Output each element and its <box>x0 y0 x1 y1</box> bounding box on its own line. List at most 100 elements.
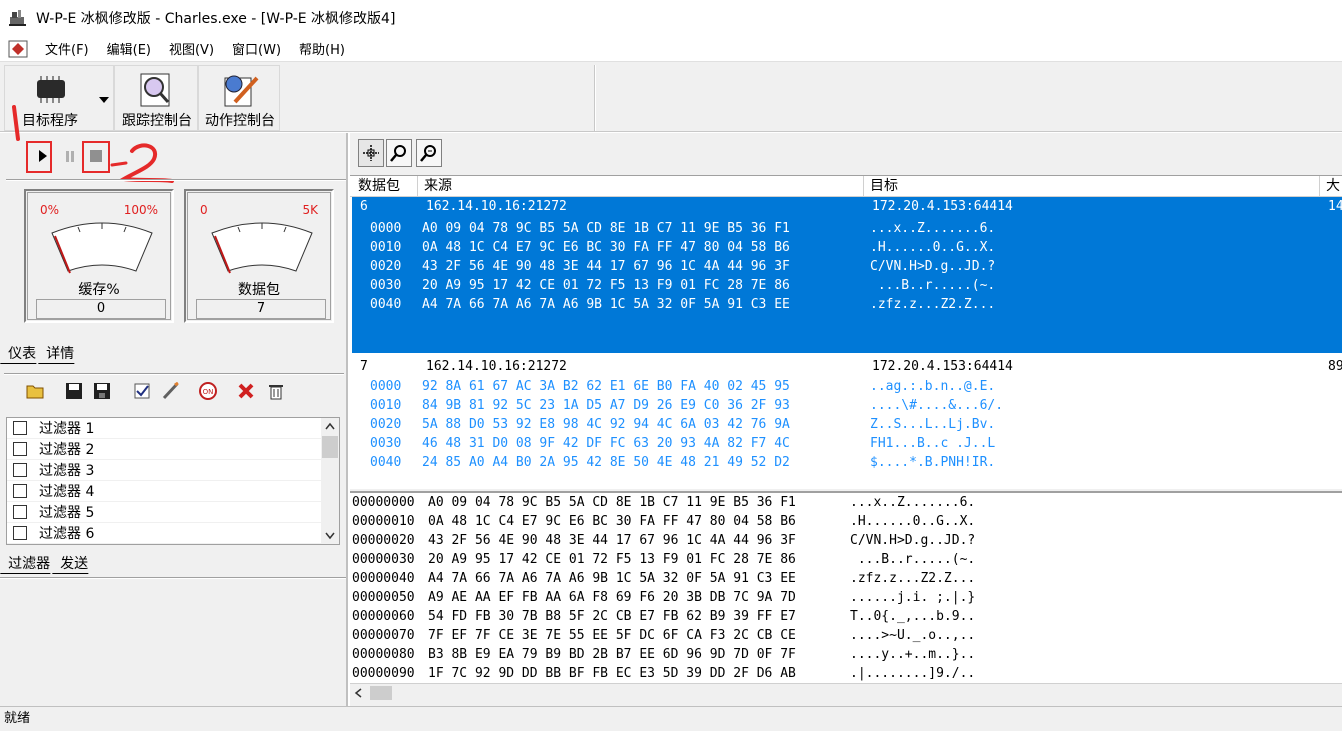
filter-list-scrollbar[interactable] <box>321 418 339 544</box>
search-next-button[interactable] <box>416 139 442 167</box>
tab-meters[interactable]: 仪表 <box>0 343 44 364</box>
folder-open-icon <box>26 385 44 399</box>
filter-on-button[interactable]: ON <box>196 379 220 403</box>
toolbar-divider <box>594 65 596 131</box>
menu-edit[interactable]: 编辑(E) <box>98 39 160 58</box>
scroll-down-icon[interactable] <box>325 532 335 540</box>
scroll-thumb[interactable] <box>322 436 338 458</box>
menu-bar: 文件(F) 编辑(E) 视图(V) 窗口(W) 帮助(H) <box>0 36 1342 62</box>
filter-separator <box>4 373 344 375</box>
trace-console-label: 跟踪控制台 <box>122 113 192 129</box>
title-bar: W-P-E 冰枫修改版 - Charles.exe - [W-P-E 冰枫修改版… <box>0 0 1342 36</box>
buffer-gauge-min: 0% <box>40 203 60 217</box>
menu-view[interactable]: 视图(V) <box>160 39 223 58</box>
trash-filter-button[interactable] <box>264 379 288 403</box>
packet-gauge-dial <box>211 222 313 274</box>
check-filter-button[interactable] <box>130 379 154 403</box>
packet-gauge-min: 0 <box>200 203 208 217</box>
column-target[interactable]: 目标 <box>864 176 1320 196</box>
tab-filters[interactable]: 过滤器 <box>0 553 58 574</box>
app-icon <box>8 9 28 27</box>
filter-row[interactable]: 过滤器 5 <box>7 502 339 523</box>
scroll-left-icon[interactable] <box>354 688 362 698</box>
packet-id: 7 <box>360 359 368 374</box>
packet-gauge-max: 5K <box>302 203 318 217</box>
trace-console-group: 跟踪控制台 <box>114 65 198 131</box>
packet-id: 6 <box>360 199 368 214</box>
filter-row[interactable]: 过滤器 2 <box>7 439 339 460</box>
action-console-group: 动作控制台 <box>198 65 280 131</box>
filter-label: 过滤器 2 <box>39 442 95 458</box>
packet-source: 162.14.10.16:21272 <box>426 359 567 374</box>
filter-list: 过滤器 1 过滤器 2 过滤器 3 过滤器 4 过滤器 5 过滤器 6 <box>6 417 340 545</box>
buffer-gauge: 0% 100% 缓存% 0 <box>24 189 174 323</box>
pause-icon <box>66 151 74 162</box>
target-dropdown-arrow[interactable] <box>97 94 111 104</box>
top-tab-strip: 仪表 详情 <box>0 343 83 364</box>
filter-label: 过滤器 4 <box>39 484 95 500</box>
open-filter-button[interactable] <box>24 379 48 403</box>
pause-capture-button[interactable] <box>58 143 82 169</box>
column-size[interactable]: 大 <box>1320 176 1342 196</box>
filter-checkbox[interactable] <box>13 421 27 435</box>
save-all-filter-button[interactable] <box>90 379 114 403</box>
column-source[interactable]: 来源 <box>418 176 864 196</box>
edit-filter-button[interactable] <box>158 379 182 403</box>
delete-filter-button[interactable] <box>234 379 258 403</box>
menu-help[interactable]: 帮助(H) <box>290 39 354 58</box>
hscroll-thumb[interactable] <box>370 686 392 700</box>
window-title: W-P-E 冰枫修改版 - Charles.exe - [W-P-E 冰枫修改版… <box>36 11 396 27</box>
filter-row[interactable]: 过滤器 6 <box>7 523 339 544</box>
annotation-box-2 <box>82 141 110 173</box>
mdi-window-icon[interactable] <box>8 40 28 58</box>
crosshair-icon <box>363 145 379 161</box>
save-filter-button[interactable] <box>62 379 86 403</box>
column-packet[interactable]: 数据包 <box>352 176 418 196</box>
packet-row-selected[interactable]: 6 162.14.10.16:21272 172.20.4.153:64414 … <box>352 197 1342 353</box>
scroll-up-icon[interactable] <box>325 422 335 430</box>
action-console-button[interactable]: 动作控制台 <box>199 66 281 132</box>
filter-label: 过滤器 6 <box>39 526 95 542</box>
menu-file[interactable]: 文件(F) <box>36 39 98 58</box>
pencil-icon <box>162 382 179 400</box>
tab-details[interactable]: 详情 <box>38 343 83 364</box>
filter-row[interactable]: 过滤器 4 <box>7 481 339 502</box>
packet-row[interactable]: 7 162.14.10.16:21272 172.20.4.153:64414 … <box>352 357 1342 487</box>
buffer-gauge-label: 缓存% <box>78 282 120 298</box>
filter-label: 过滤器 1 <box>39 421 95 437</box>
right-panel: 数据包 来源 目标 大 6 162.14.10.16:21272 172.20.… <box>350 133 1342 706</box>
status-bar: 就绪 <box>0 706 1342 731</box>
filter-checkbox[interactable] <box>13 442 27 456</box>
filter-bottom-separator <box>0 577 346 579</box>
trash-icon <box>269 385 283 400</box>
buffer-gauge-dial <box>51 222 153 274</box>
chevron-down-icon <box>99 97 109 103</box>
filter-checkbox[interactable] <box>13 484 27 498</box>
packet-table-header: 数据包 来源 目标 大 <box>350 175 1342 197</box>
filter-label: 过滤器 3 <box>39 463 95 479</box>
hex-dump-view[interactable]: 00000000 A0 09 04 78 9C B5 5A CD 8E 1B C7… <box>350 491 1342 683</box>
hexdump-horizontal-scrollbar[interactable] <box>350 683 1342 701</box>
select-tool-button[interactable] <box>358 139 384 167</box>
filter-checkbox[interactable] <box>13 505 27 519</box>
search-button[interactable] <box>386 139 412 167</box>
packet-size: 14 <box>1328 199 1342 214</box>
save-icon <box>66 383 82 399</box>
packet-gauge-label: 数据包 <box>238 282 280 298</box>
packet-source: 162.14.10.16:21272 <box>426 199 567 214</box>
annotation-mark-1 <box>12 105 20 141</box>
search-next-icon <box>420 145 436 162</box>
packet-target: 172.20.4.153:64414 <box>872 199 1013 214</box>
magnifier-document-icon <box>140 73 170 107</box>
filter-checkbox[interactable] <box>13 463 27 477</box>
packet-list: 6 162.14.10.16:21272 172.20.4.153:64414 … <box>350 197 1342 489</box>
filter-row[interactable]: 过滤器 1 <box>7 418 339 439</box>
svg-text:ON: ON <box>203 388 214 396</box>
trace-console-button[interactable]: 跟踪控制台 <box>115 66 199 132</box>
chip-icon <box>37 76 65 103</box>
filter-row[interactable]: 过滤器 3 <box>7 460 339 481</box>
filter-checkbox[interactable] <box>13 526 27 540</box>
menu-window[interactable]: 窗口(W) <box>223 39 290 58</box>
red-x-icon <box>238 383 254 399</box>
tab-send[interactable]: 发送 <box>52 553 97 574</box>
